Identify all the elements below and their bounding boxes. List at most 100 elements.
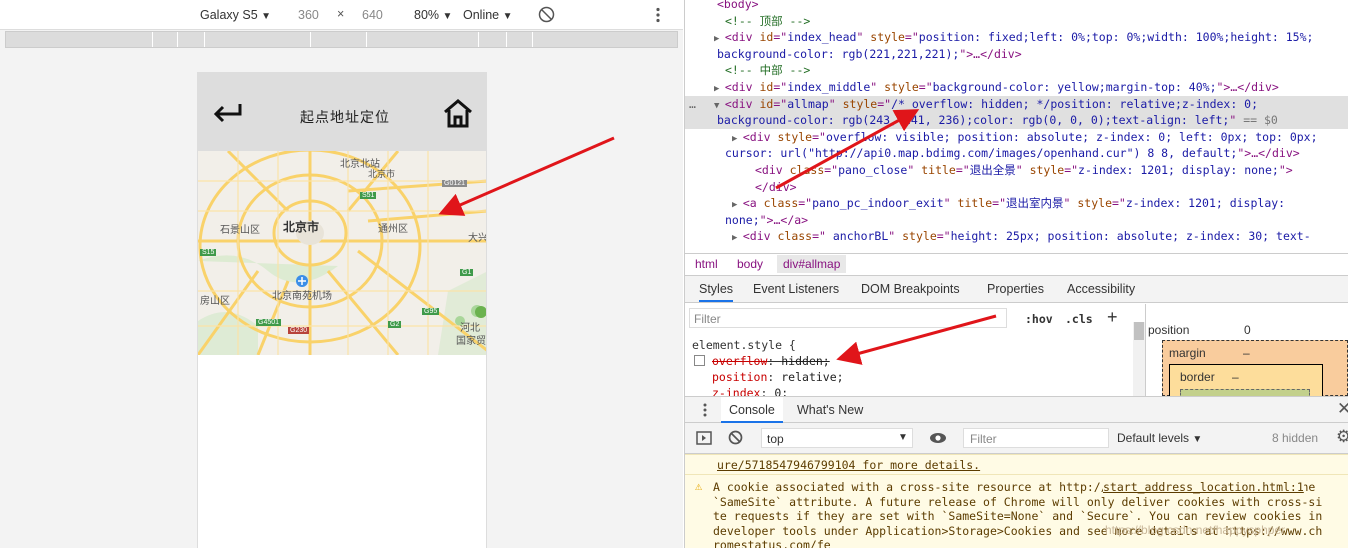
expand-icon[interactable]: ▶ — [732, 134, 743, 144]
viewport-width[interactable]: 360 — [298, 8, 319, 22]
dom-node-line[interactable]: background-color: rgb(221,221,221);">…</… — [717, 46, 1022, 62]
map-label-beijing: 北京市 — [283, 220, 320, 234]
expand-icon[interactable]: ▶ — [714, 34, 725, 44]
border-value: – — [1232, 370, 1239, 384]
styles-filter-input[interactable]: Filter — [689, 308, 1007, 328]
dom-token: <div — [742, 229, 778, 244]
dom-node-line[interactable]: <!-- 顶部 --> — [725, 13, 810, 29]
rotate-icon[interactable] — [538, 6, 555, 23]
breadcrumb-body[interactable]: body — [737, 257, 763, 271]
dom-token: style — [1029, 163, 1065, 177]
dom-node-line[interactable]: <div class="pano_close" title="退出全景" sty… — [755, 162, 1293, 178]
sidebar-toggle-icon[interactable] — [696, 431, 712, 445]
drawer-tabs: Console What's New ✕ — [685, 396, 1348, 423]
expand-icon[interactable]: ▶ — [732, 233, 743, 243]
expand-icon[interactable]: ▶ — [732, 200, 743, 210]
log-levels-select[interactable]: Default levels ▼ — [1117, 431, 1202, 445]
road-badge: G0121 — [442, 180, 468, 187]
clear-console-icon[interactable] — [728, 430, 743, 445]
dom-token: =" — [812, 229, 826, 244]
dom-node-line[interactable]: ▼ <div id="allmap" style="/* overflow: h… — [714, 96, 1258, 112]
watermark: https://blog.csdn.net/happysphper — [1105, 523, 1286, 537]
dom-node-line[interactable]: none;">…</a> — [725, 212, 808, 228]
dom-token: " — [888, 229, 903, 244]
dom-token: =" — [904, 30, 919, 45]
context-select[interactable]: top ▼ — [761, 428, 913, 448]
back-arrow-icon[interactable] — [212, 101, 244, 123]
dom-token: " — [1015, 163, 1030, 177]
rule-checkbox[interactable] — [694, 355, 705, 366]
dom-node-line[interactable]: <!-- 中部 --> — [725, 62, 810, 78]
console-settings-icon[interactable]: ⚙ — [1336, 427, 1348, 447]
network-select[interactable]: Online ▼ — [463, 8, 513, 22]
cls-button[interactable]: .cls — [1065, 312, 1093, 326]
dom-node-line[interactable]: </div> — [755, 179, 797, 195]
page-title: 起点地址定位 — [300, 110, 390, 126]
tab-properties[interactable]: Properties — [987, 282, 1044, 296]
rule-value: relative; — [781, 370, 844, 384]
dom-token: style — [842, 96, 878, 111]
tab-event-listeners[interactable]: Event Listeners — [753, 282, 839, 296]
console-filter-input[interactable]: Filter — [963, 428, 1109, 448]
tab-accessibility[interactable]: Accessibility — [1067, 282, 1135, 296]
new-rule-button[interactable]: + — [1107, 307, 1118, 328]
home-icon[interactable] — [442, 98, 474, 128]
close-drawer-icon[interactable]: ✕ — [1337, 399, 1348, 419]
rule-prop: overflow — [712, 354, 768, 368]
collapse-icon[interactable]: ▼ — [714, 101, 725, 111]
devtools-pane: <body> <!-- 顶部 --> ▶ <div id="index_head" … — [684, 0, 1348, 548]
index-head: 起点地址定位 — [198, 72, 486, 151]
tab-whats-new[interactable]: What's New — [797, 403, 863, 417]
margin-box[interactable]: margin – border – — [1162, 340, 1348, 399]
dom-token: <div — [755, 163, 790, 177]
dom-node-line[interactable]: ▶ <a class="pano_pc_indoor_exit" title="… — [732, 195, 1285, 211]
dom-node-line[interactable]: ▶ <div id="index_head" style="position: … — [714, 29, 1313, 45]
zoom-select[interactable]: 80% ▼ — [414, 8, 452, 22]
caret-down-icon: ▼ — [1192, 434, 1203, 445]
styles-scrollbar[interactable] — [1133, 322, 1145, 396]
dom-token: " — [907, 163, 922, 177]
breadcrumb-html[interactable]: html — [695, 257, 718, 271]
allmap[interactable]: 北京市 石景山区 房山区 通州区 大兴 北京北站 北京市 北京南苑机场 河北 国… — [198, 151, 486, 355]
dom-token: style — [1077, 196, 1112, 211]
dom-token: id — [759, 30, 774, 45]
viewport-height[interactable]: 640 — [362, 8, 383, 22]
dom-token: <div — [742, 129, 778, 144]
eye-icon[interactable] — [929, 432, 947, 444]
map-poi-icon — [475, 306, 486, 318]
device-select[interactable]: Galaxy S5 ▼ — [200, 8, 271, 22]
expand-icon[interactable]: ▶ — [714, 84, 725, 94]
dom-token: =" — [824, 163, 839, 177]
dom-token: " — [943, 196, 958, 211]
breadcrumb-allmap[interactable]: div#allmap — [777, 255, 847, 273]
style-rule-position[interactable]: position: relative; — [712, 370, 844, 384]
dom-token: id — [759, 96, 774, 111]
media-query-ruler[interactable] — [5, 31, 678, 48]
dom-token: <div — [724, 30, 760, 45]
dom-node-line[interactable]: ▶ <div id="index_middle" style="backgrou… — [714, 79, 1279, 95]
dom-node-line[interactable]: background-color: rgb(243, 241, 236);col… — [717, 112, 1278, 128]
tab-console[interactable]: Console — [721, 397, 783, 423]
drawer-menu-icon[interactable] — [703, 403, 707, 417]
dom-node-line[interactable]: ▶ <div style="overflow: visible; positio… — [732, 129, 1318, 145]
dom-node-line[interactable]: cursor: url("http://api0.map.bdimg.com/i… — [725, 145, 1300, 161]
border-box[interactable]: border – — [1169, 364, 1323, 399]
dom-token: background-color: yellow;margin-top: 40%… — [932, 80, 1217, 94]
dom-node-line[interactable]: ▶ <div class=" anchorBL" style="height: … — [732, 228, 1311, 244]
device-emulation-pane: Galaxy S5 ▼ 360 × 640 80% ▼ Online ▼ 起点地… — [0, 0, 683, 548]
node-menu-icon[interactable]: … — [689, 96, 696, 112]
box-model-panel: position 0 margin – border – — [1145, 304, 1348, 399]
dom-node-line[interactable]: <body> — [717, 0, 759, 12]
style-rule-overflow[interactable]: overflow: hidden; — [712, 354, 830, 368]
message-text[interactable]: ure/5718547946799104 for more details. — [717, 458, 980, 472]
more-options-icon[interactable] — [655, 7, 661, 23]
dom-token: <div — [724, 80, 760, 94]
map-label-city: 北京市 — [368, 169, 396, 179]
dom-token: =" — [812, 129, 826, 144]
message-source-link[interactable]: start_address_location.html:1 — [1103, 480, 1304, 494]
dom-token: <div — [724, 96, 760, 111]
hov-button[interactable]: :hov — [1025, 312, 1053, 326]
rule-value: hidden; — [781, 354, 830, 368]
tab-styles[interactable]: Styles — [699, 282, 734, 302]
tab-dom-breakpoints[interactable]: DOM Breakpoints — [861, 282, 960, 296]
